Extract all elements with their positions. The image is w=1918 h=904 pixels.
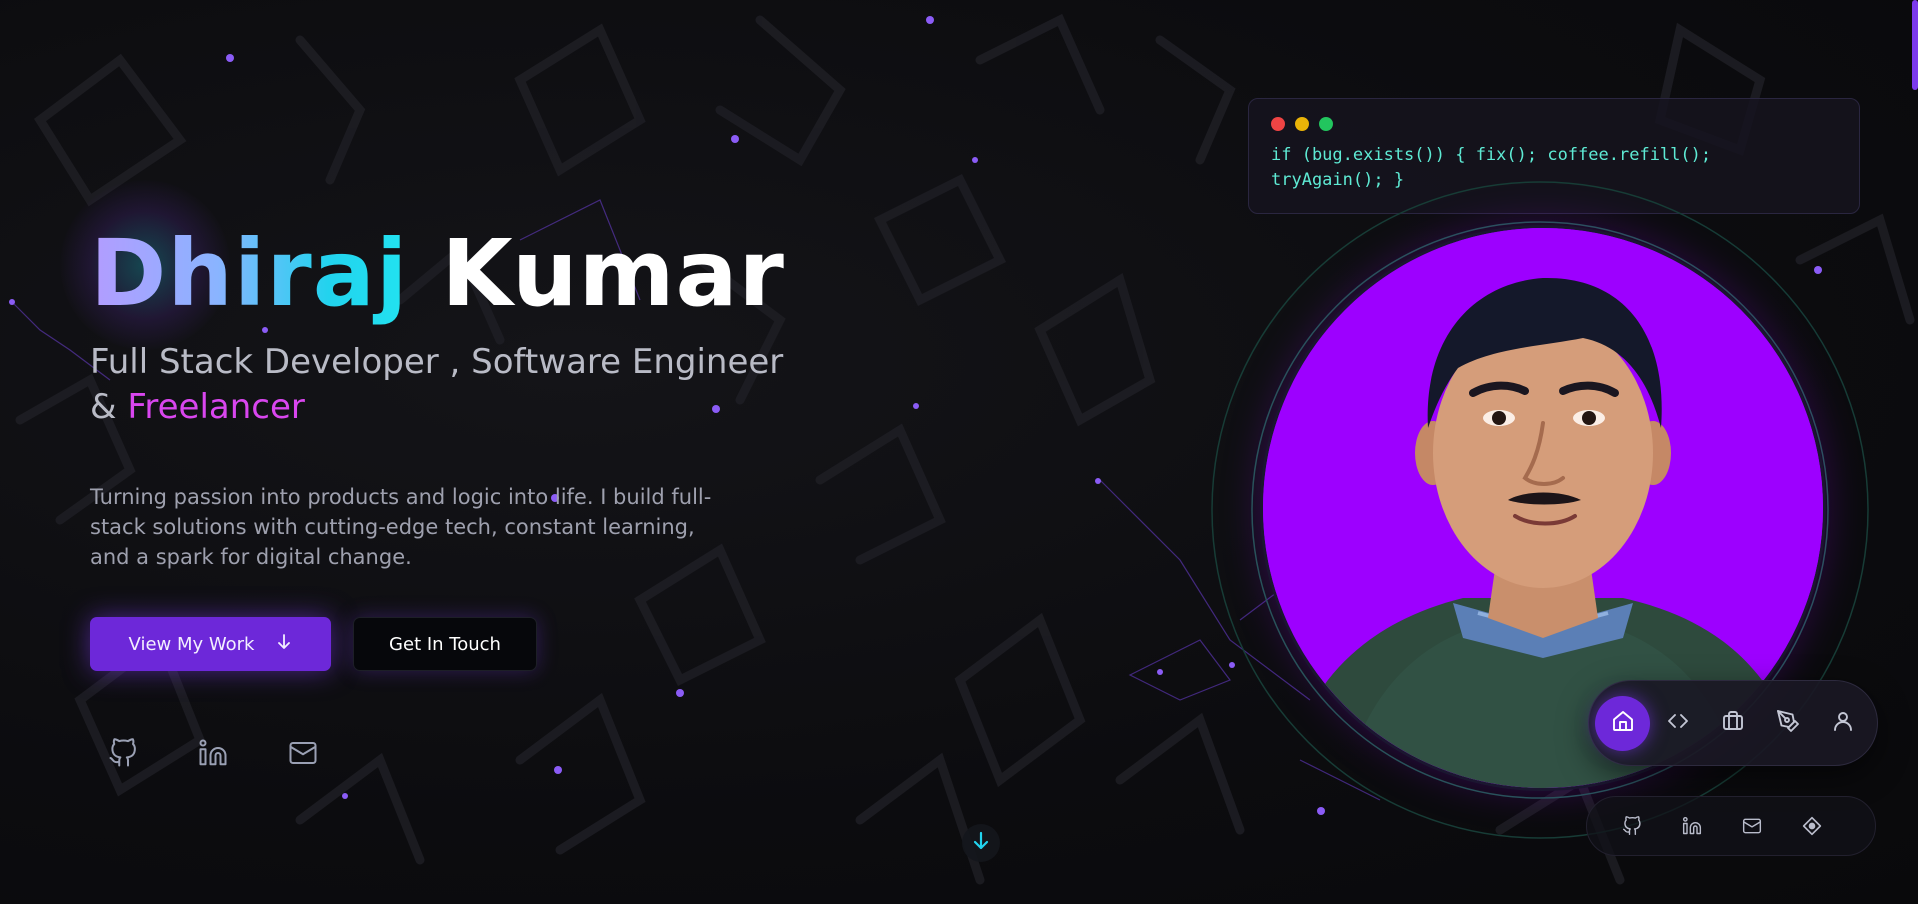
nav-home[interactable] xyxy=(1595,695,1650,751)
page-scrollbar[interactable] xyxy=(1912,0,1918,90)
view-my-work-label: View My Work xyxy=(128,633,255,655)
floating-social-bar xyxy=(1586,796,1876,856)
github-icon[interactable] xyxy=(100,732,146,774)
get-in-touch-label: Get In Touch xyxy=(389,633,501,655)
nav-experience[interactable] xyxy=(1705,696,1760,751)
mail-icon[interactable] xyxy=(280,732,326,774)
first-name: Dhiraj xyxy=(90,220,409,327)
hero-name: Dhiraj Kumar xyxy=(90,228,790,320)
github-icon[interactable] xyxy=(1609,803,1655,849)
hero-description: Turning passion into products and logic … xyxy=(90,485,712,569)
code-icon xyxy=(1666,709,1690,737)
home-icon xyxy=(1611,709,1635,737)
hero-buttons: View My Work Get In Touch xyxy=(90,617,537,671)
hero-subtitle: Full Stack Developer , Software Engineer… xyxy=(90,340,790,430)
diamond-icon[interactable] xyxy=(1789,803,1835,849)
hero-text: Dhiraj Kumar Full Stack Developer , Soft… xyxy=(90,228,790,572)
minimize-dot xyxy=(1295,117,1309,131)
subtitle-roles: Full Stack Developer , Software Engineer xyxy=(90,342,784,382)
window-dots xyxy=(1271,117,1837,131)
mail-icon[interactable] xyxy=(1729,803,1775,849)
linkedin-icon[interactable] xyxy=(1669,803,1715,849)
nav-code[interactable] xyxy=(1650,696,1705,751)
nav-projects[interactable] xyxy=(1760,696,1815,751)
hero-page: Dhiraj Kumar Full Stack Developer , Soft… xyxy=(0,0,1918,904)
arrow-down-icon xyxy=(276,633,292,656)
user-icon xyxy=(1831,709,1855,737)
linkedin-icon[interactable] xyxy=(190,732,236,774)
maximize-dot xyxy=(1319,117,1333,131)
close-dot xyxy=(1271,117,1285,131)
hero-social-links xyxy=(100,732,326,774)
get-in-touch-button[interactable]: Get In Touch xyxy=(353,617,537,671)
floating-nav xyxy=(1588,680,1878,766)
subtitle-ampersand: & xyxy=(90,387,117,427)
nav-about[interactable] xyxy=(1815,696,1870,751)
subtitle-freelancer: Freelancer xyxy=(127,387,305,427)
arrow-down-icon xyxy=(970,830,992,856)
last-name: Kumar xyxy=(441,220,785,327)
view-my-work-button[interactable]: View My Work xyxy=(90,617,331,671)
pen-tool-icon xyxy=(1776,709,1800,737)
briefcase-icon xyxy=(1721,709,1745,737)
scroll-down-button[interactable] xyxy=(962,824,1000,862)
